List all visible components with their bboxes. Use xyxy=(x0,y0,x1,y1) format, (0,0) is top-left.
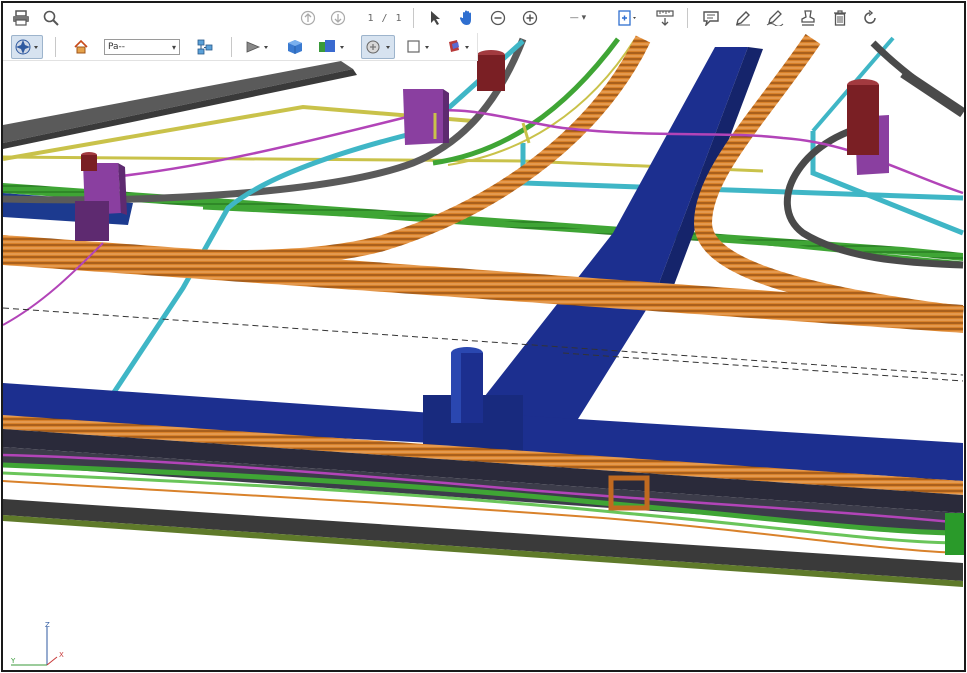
measure-icon[interactable] xyxy=(653,6,677,30)
zoom-out-icon[interactable] xyxy=(487,6,509,30)
zoom-level-dropdown[interactable]: — ▾ xyxy=(555,6,601,30)
zoom-level-value: — xyxy=(569,13,579,23)
background-color-icon[interactable] xyxy=(361,35,395,59)
printer-icon[interactable] xyxy=(9,6,33,30)
view-selector-value: Pa-- xyxy=(108,42,126,52)
toolbar-separator xyxy=(231,37,232,57)
magnifier-icon[interactable] xyxy=(39,6,63,30)
page-indicator: 1 / 1 xyxy=(367,12,403,24)
purple-junction-box-3 xyxy=(403,89,443,145)
select-cursor-icon[interactable] xyxy=(425,6,447,30)
page-fit-icon[interactable] xyxy=(615,6,641,30)
toolbar-separator xyxy=(55,37,56,57)
lighting-icon[interactable] xyxy=(315,35,349,59)
model-tree-icon[interactable] xyxy=(193,35,217,59)
axis-label-z: Z xyxy=(45,621,50,629)
red-cylinder-1 xyxy=(477,55,505,91)
red-cylinder-2 xyxy=(847,85,879,155)
toolbar-separator xyxy=(413,8,414,28)
home-view-icon[interactable] xyxy=(69,35,93,59)
viewer-window: 1 / 1 — ▾ Pa-- ▾ Z Y X xyxy=(1,1,966,672)
3d-navigate-icon[interactable] xyxy=(11,35,43,59)
projection-icon[interactable] xyxy=(243,35,273,59)
cross-section-icon[interactable] xyxy=(403,35,435,59)
comment-3d-icon[interactable] xyxy=(445,35,475,59)
green-box xyxy=(945,513,964,555)
model-render-icon[interactable] xyxy=(283,35,307,59)
3d-toolbar: Pa-- ▾ xyxy=(3,33,478,61)
trash-icon[interactable] xyxy=(829,6,851,30)
comment-icon[interactable] xyxy=(699,6,723,30)
axis-label-x: X xyxy=(59,651,64,659)
view-selector-dropdown[interactable]: Pa-- ▾ xyxy=(104,39,180,55)
pan-hand-icon[interactable] xyxy=(455,6,479,30)
axis-label-y: Y xyxy=(10,657,16,665)
main-toolbar: 1 / 1 — ▾ xyxy=(3,3,964,33)
gray-slab-left xyxy=(3,61,353,143)
3d-model-viewport[interactable] xyxy=(3,3,964,670)
chevron-down-icon: ▾ xyxy=(581,13,587,23)
next-page-icon[interactable] xyxy=(327,6,349,30)
zoom-in-icon[interactable] xyxy=(519,6,541,30)
rotate-icon[interactable] xyxy=(859,6,881,30)
markup-pen-icon[interactable] xyxy=(763,6,787,30)
axis-triad: Z Y X xyxy=(10,621,64,666)
previous-page-icon[interactable] xyxy=(297,6,319,30)
chevron-down-icon: ▾ xyxy=(171,43,176,52)
toolbar-separator xyxy=(687,8,688,28)
red-cylinder-3 xyxy=(81,155,97,171)
pen-icon[interactable] xyxy=(731,6,755,30)
purple-junction-box-2 xyxy=(75,201,109,241)
stamp-icon[interactable] xyxy=(795,6,821,30)
